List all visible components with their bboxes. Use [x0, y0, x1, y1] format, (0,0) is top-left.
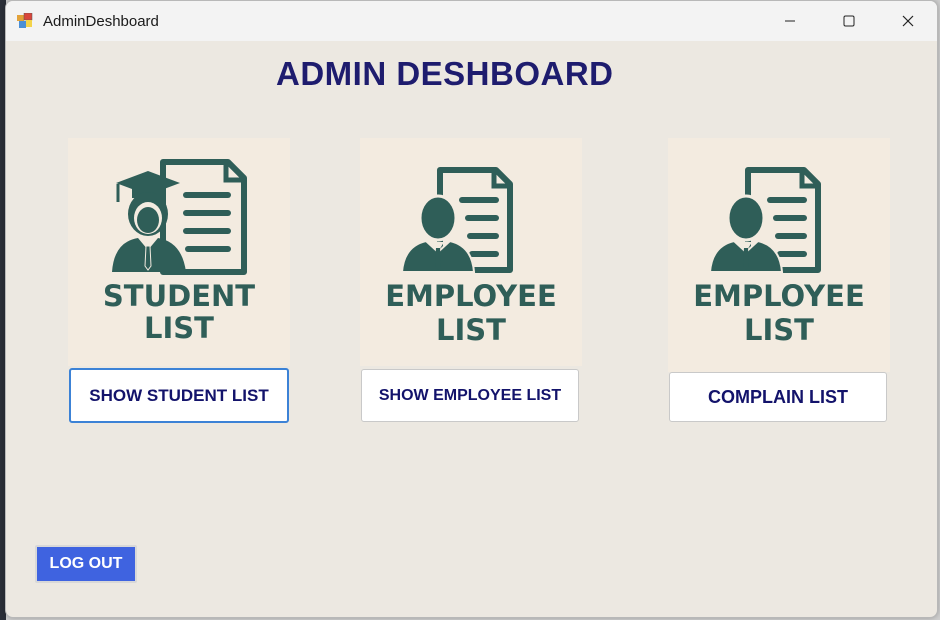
page-title: ADMIN DESHBOARD	[276, 55, 614, 92]
admin-dashboard-window: AdminDeshboard ADMIN DESHBOARD STUDENT L…	[5, 0, 938, 618]
maximize-icon	[843, 15, 854, 27]
employee-list-card: EMPLOYEE LIST	[360, 138, 582, 366]
title-bar[interactable]: AdminDeshboard	[6, 1, 937, 41]
window-controls	[760, 1, 937, 41]
student-list-card: STUDENT LIST	[68, 138, 290, 366]
show-employee-list-button[interactable]: SHOW EMPLOYEE LIST	[361, 369, 579, 422]
app-icon	[17, 12, 33, 29]
card-caption-line2: LIST	[744, 313, 814, 347]
complain-list-card: EMPLOYEE LIST	[668, 138, 890, 372]
maximize-button[interactable]	[819, 1, 878, 41]
logout-button[interactable]: LOG OUT	[35, 545, 137, 583]
card-caption-line1: EMPLOYEE	[693, 279, 865, 313]
close-icon	[902, 15, 913, 27]
show-student-list-button[interactable]: SHOW STUDENT LIST	[69, 368, 289, 423]
card-caption-line2: LIST	[144, 311, 214, 345]
minimize-button[interactable]	[760, 1, 819, 41]
close-button[interactable]	[878, 1, 937, 41]
employee-document-icon	[400, 167, 513, 273]
complain-list-button[interactable]: COMPLAIN LIST	[669, 372, 887, 422]
card-caption-line1: STUDENT	[102, 279, 256, 313]
minimize-icon	[784, 20, 795, 22]
window-title: AdminDeshboard	[43, 12, 159, 30]
card-caption-line1: EMPLOYEE	[385, 279, 557, 313]
card-caption-line2: LIST	[436, 313, 506, 347]
student-document-icon	[112, 159, 247, 275]
employee-document-icon	[708, 167, 821, 273]
